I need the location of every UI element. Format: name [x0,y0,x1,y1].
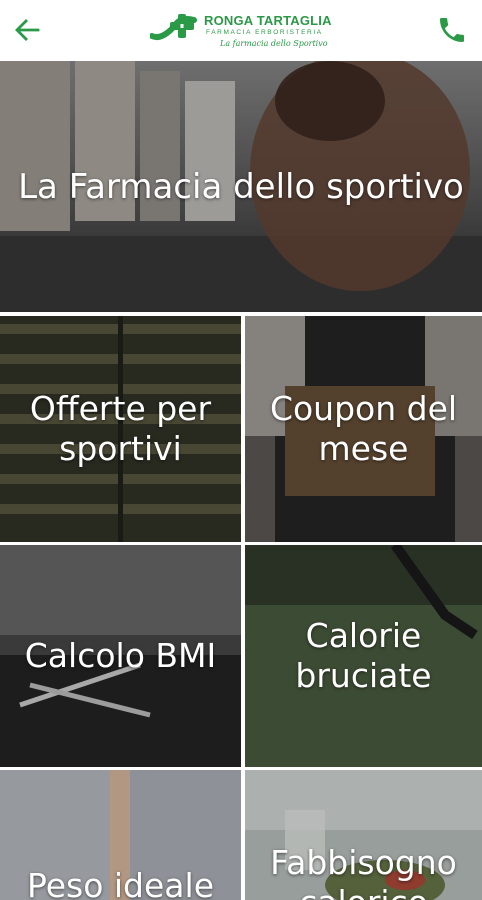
arrow-left-icon [15,19,40,41]
app-bar: RONGA TARTAGLIA FARMACIA ERBORISTERIA La… [0,0,482,60]
brand-name: RONGA TARTAGLIA [204,13,332,28]
tile-label: Offerte per sportivi [29,389,212,468]
call-button[interactable] [432,10,472,50]
brand-subtitle: FARMACIA ERBORISTERIA [206,29,323,36]
phone-icon [440,18,464,42]
tile-offerte-sportivi[interactable]: Offerte per sportivi [0,316,241,542]
tile-label: Calorie bruciate [295,616,432,695]
hero-title: La Farmacia dello sportivo [18,166,464,207]
tile-label: Peso ideale [26,866,214,900]
tile-calcolo-bmi[interactable]: Calcolo BMI [0,545,241,767]
brand-tagline: La farmacia dello Sportivo [220,39,328,48]
tile-calorie-bruciate[interactable]: Calorie bruciate [245,545,482,767]
tile-coupon-mese[interactable]: Coupon del mese [245,316,482,542]
tile-fabbisogno-calorico[interactable]: Fabbisogno calorico [245,770,482,900]
back-button[interactable] [8,12,46,48]
logo-cross-icon [150,14,197,40]
tile-label: Fabbisogno calorico [270,843,457,900]
hero-banner[interactable]: La Farmacia dello sportivo [0,61,482,312]
tile-label: Coupon del mese [269,389,458,468]
brand-logo: RONGA TARTAGLIA FARMACIA ERBORISTERIA La… [150,8,335,54]
tile-label: Calcolo BMI [24,636,217,675]
tile-peso-ideale[interactable]: Peso ideale [0,770,241,900]
